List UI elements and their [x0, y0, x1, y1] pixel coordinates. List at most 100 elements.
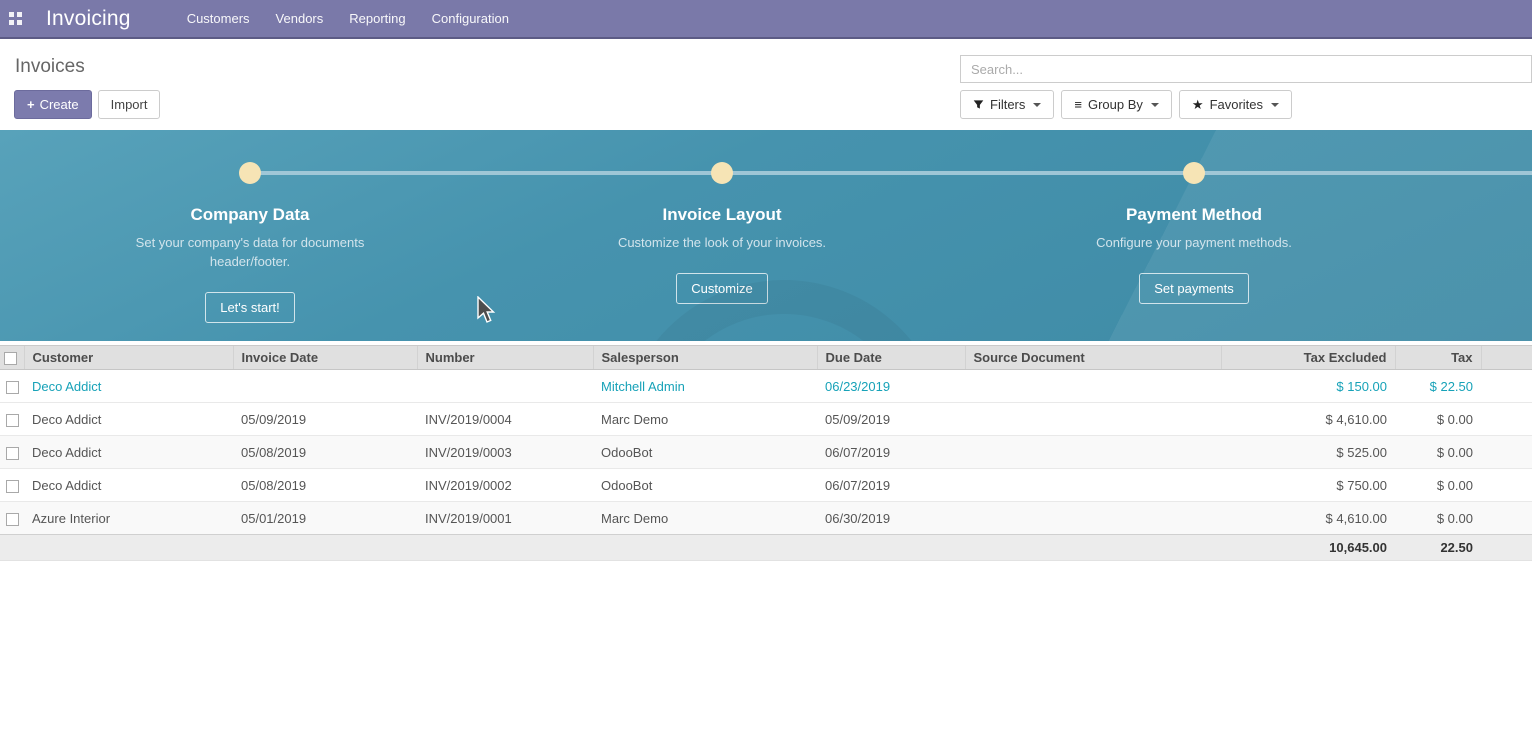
set-payments-button[interactable]: Set payments	[1139, 273, 1249, 304]
cell-customer[interactable]: Azure Interior	[24, 502, 233, 535]
column-header-salesperson[interactable]: Salesperson	[593, 346, 817, 370]
onboarding-step-invoice-layout: Invoice Layout Customize the look of you…	[486, 130, 958, 341]
filter-funnel-icon	[973, 99, 984, 110]
cell-number[interactable]: INV/2019/0001	[417, 502, 593, 535]
search-input[interactable]	[960, 55, 1532, 83]
app-brand-invoicing[interactable]: Invoicing	[46, 7, 131, 31]
lets-start-button[interactable]: Let's start!	[205, 292, 295, 323]
table-row[interactable]: Azure Interior 05/01/2019 INV/2019/0001 …	[0, 502, 1532, 535]
group-by-button-label: Group By	[1088, 97, 1143, 112]
cell-salesperson[interactable]: Mitchell Admin	[593, 370, 817, 403]
cell-invoice-date[interactable]: 05/01/2019	[233, 502, 417, 535]
group-by-button[interactable]: ≡ Group By	[1061, 90, 1172, 119]
cell-source-document[interactable]	[965, 403, 1221, 436]
cell-due-date[interactable]: 06/07/2019	[817, 469, 965, 502]
column-header-source-document[interactable]: Source Document	[965, 346, 1221, 370]
row-select-cell	[0, 370, 24, 403]
cell-tax[interactable]: $ 0.00	[1395, 502, 1481, 535]
row-checkbox[interactable]	[6, 480, 19, 493]
cell-customer[interactable]: Deco Addict	[24, 403, 233, 436]
select-all-checkbox[interactable]	[4, 352, 17, 365]
table-totals-row: 10,645.00 22.50	[0, 535, 1532, 561]
cell-salesperson[interactable]: OdooBot	[593, 469, 817, 502]
cell-due-date[interactable]: 06/23/2019	[817, 370, 965, 403]
cell-invoice-date[interactable]: 05/09/2019	[233, 403, 417, 436]
cell-due-date[interactable]: 06/07/2019	[817, 436, 965, 469]
menu-vendors[interactable]: Vendors	[276, 11, 324, 26]
navbar-menu: Customers Vendors Reporting Configuratio…	[187, 11, 509, 26]
cell-customer[interactable]: Deco Addict	[24, 436, 233, 469]
cell-number[interactable]: INV/2019/0003	[417, 436, 593, 469]
cell-salesperson[interactable]: OdooBot	[593, 436, 817, 469]
cell-number[interactable]: INV/2019/0004	[417, 403, 593, 436]
cell-salesperson[interactable]: Marc Demo	[593, 403, 817, 436]
cell-tax-excluded[interactable]: $ 150.00	[1221, 370, 1395, 403]
column-header-filler	[1481, 346, 1532, 370]
apps-grid-square	[9, 12, 14, 17]
favorites-button-label: Favorites	[1210, 97, 1263, 112]
chevron-down-icon	[1271, 103, 1279, 107]
cell-tax-excluded[interactable]: $ 750.00	[1221, 469, 1395, 502]
cell-invoice-date[interactable]	[233, 370, 417, 403]
cell-tax-excluded[interactable]: $ 525.00	[1221, 436, 1395, 469]
row-checkbox[interactable]	[6, 381, 19, 394]
column-header-customer[interactable]: Customer	[24, 346, 233, 370]
chevron-down-icon	[1033, 103, 1041, 107]
row-select-cell	[0, 403, 24, 436]
menu-reporting[interactable]: Reporting	[349, 11, 405, 26]
cell-tax[interactable]: $ 22.50	[1395, 370, 1481, 403]
filters-button[interactable]: Filters	[960, 90, 1054, 119]
cell-customer[interactable]: Deco Addict	[24, 370, 233, 403]
customize-button[interactable]: Customize	[676, 273, 767, 304]
cell-source-document[interactable]	[965, 370, 1221, 403]
favorites-button[interactable]: ★ Favorites	[1179, 90, 1292, 119]
cell-invoice-date[interactable]: 05/08/2019	[233, 469, 417, 502]
column-header-tax-excluded[interactable]: Tax Excluded	[1221, 346, 1395, 370]
table-row[interactable]: Deco Addict 05/09/2019 INV/2019/0004 Mar…	[0, 403, 1532, 436]
row-checkbox[interactable]	[6, 513, 19, 526]
create-button-label: Create	[40, 97, 79, 112]
import-button[interactable]: Import	[98, 90, 161, 119]
step-title: Invoice Layout	[486, 205, 958, 225]
cell-source-document[interactable]	[965, 502, 1221, 535]
page-title: Invoices	[15, 56, 85, 78]
column-header-due-date[interactable]: Due Date	[817, 346, 965, 370]
step-description: Customize the look of your invoices.	[593, 233, 851, 252]
step-dot	[711, 162, 733, 184]
row-select-cell	[0, 436, 24, 469]
table-row[interactable]: Deco Addict Mitchell Admin 06/23/2019 $ …	[0, 370, 1532, 403]
apps-menu-icon[interactable]	[9, 12, 22, 25]
table-row[interactable]: Deco Addict 05/08/2019 INV/2019/0003 Odo…	[0, 436, 1532, 469]
step-title: Payment Method	[958, 205, 1430, 225]
row-select-cell	[0, 469, 24, 502]
cell-tax-excluded[interactable]: $ 4,610.00	[1221, 403, 1395, 436]
column-header-number[interactable]: Number	[417, 346, 593, 370]
cell-customer[interactable]: Deco Addict	[24, 469, 233, 502]
cell-number[interactable]: INV/2019/0002	[417, 469, 593, 502]
cell-tax[interactable]: $ 0.00	[1395, 469, 1481, 502]
cell-due-date[interactable]: 06/30/2019	[817, 502, 965, 535]
column-header-invoice-date[interactable]: Invoice Date	[233, 346, 417, 370]
cell-tax-excluded[interactable]: $ 4,610.00	[1221, 502, 1395, 535]
menu-configuration[interactable]: Configuration	[432, 11, 509, 26]
cell-source-document[interactable]	[965, 469, 1221, 502]
cell-invoice-date[interactable]: 05/08/2019	[233, 436, 417, 469]
table-row[interactable]: Deco Addict 05/08/2019 INV/2019/0002 Odo…	[0, 469, 1532, 502]
cell-due-date[interactable]: 05/09/2019	[817, 403, 965, 436]
row-checkbox[interactable]	[6, 414, 19, 427]
star-icon: ★	[1192, 97, 1204, 112]
cell-number[interactable]	[417, 370, 593, 403]
menu-customers[interactable]: Customers	[187, 11, 250, 26]
filters-button-label: Filters	[990, 97, 1025, 112]
column-header-tax[interactable]: Tax	[1395, 346, 1481, 370]
apps-grid-square	[9, 20, 14, 25]
onboarding-step-payment-method: Payment Method Configure your payment me…	[958, 130, 1430, 341]
cell-filler	[1481, 502, 1532, 535]
cell-tax[interactable]: $ 0.00	[1395, 403, 1481, 436]
row-checkbox[interactable]	[6, 447, 19, 460]
cell-source-document[interactable]	[965, 436, 1221, 469]
create-button[interactable]: +Create	[14, 90, 92, 119]
cell-salesperson[interactable]: Marc Demo	[593, 502, 817, 535]
cell-filler	[1481, 469, 1532, 502]
cell-tax[interactable]: $ 0.00	[1395, 436, 1481, 469]
